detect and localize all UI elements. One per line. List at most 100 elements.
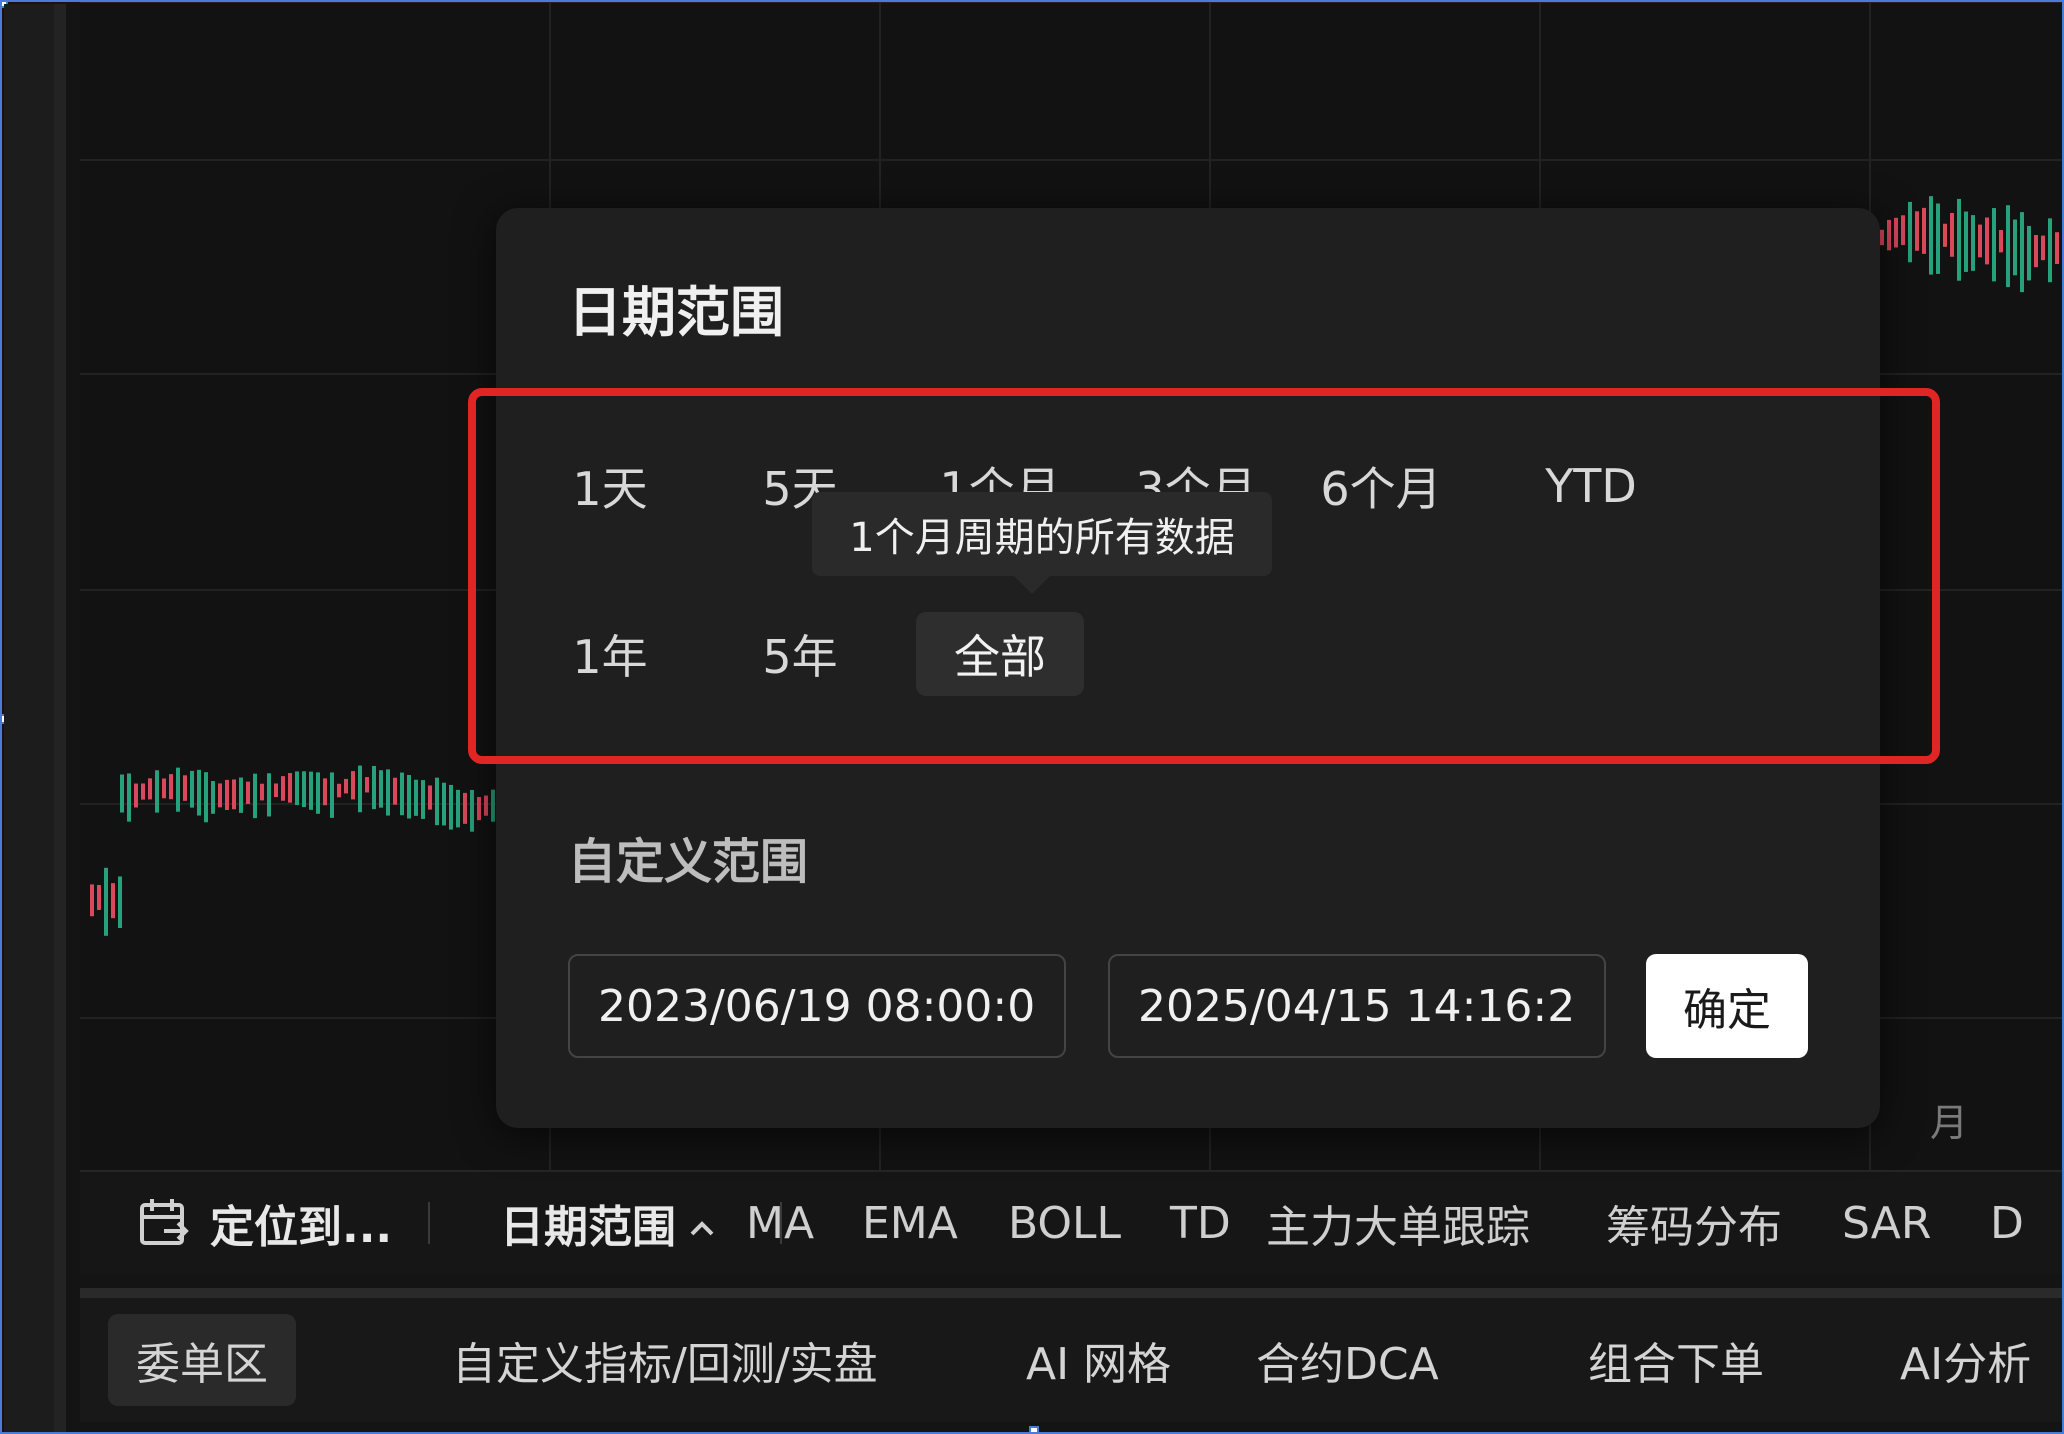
tab-4[interactable]: 合约DCA <box>1228 1314 1467 1406</box>
preset-6[interactable]: YTD <box>1516 444 1666 528</box>
candle <box>295 771 299 806</box>
candle <box>120 774 124 813</box>
candle <box>155 770 159 813</box>
tab-2[interactable]: 自定义指标/回测/实盘 <box>424 1314 906 1406</box>
candle <box>204 772 208 823</box>
candle <box>421 780 425 819</box>
preset-5[interactable]: 6个月 <box>1296 444 1466 528</box>
toolbar-divider <box>428 1202 430 1244</box>
date-range-button[interactable]: 日期范围 <box>500 1194 716 1253</box>
indicator-7[interactable]: SAR <box>1842 1194 1931 1252</box>
candle <box>2048 218 2052 283</box>
candle <box>386 769 390 816</box>
candle <box>351 771 355 800</box>
candle <box>1985 217 1989 265</box>
candle <box>1957 198 1961 281</box>
preset-1[interactable]: 1天 <box>536 444 684 528</box>
candle <box>2027 225 2031 281</box>
candle <box>2020 212 2024 293</box>
candle <box>211 781 215 814</box>
candle <box>435 777 439 826</box>
candle <box>148 778 152 800</box>
tab-1[interactable]: 委单区 <box>108 1314 296 1406</box>
tab-3[interactable]: AI 网格 <box>998 1314 1199 1406</box>
candle <box>1950 212 1954 257</box>
candle <box>127 773 131 822</box>
candle <box>309 771 313 810</box>
candle <box>302 771 306 808</box>
candle <box>484 795 488 816</box>
candle <box>90 884 94 917</box>
candle <box>477 797 481 821</box>
candle <box>197 769 201 816</box>
candle <box>428 785 432 810</box>
candle <box>239 777 243 813</box>
candle <box>176 767 180 812</box>
preset-7[interactable]: 1年 <box>536 612 684 696</box>
candle <box>232 779 236 810</box>
candle <box>274 783 278 798</box>
indicator-6[interactable]: 筹码分布 <box>1606 1194 1782 1253</box>
candle <box>225 779 229 810</box>
candle <box>2055 232 2059 265</box>
indicator-1[interactable]: MA <box>746 1194 814 1252</box>
candle <box>190 770 194 808</box>
indicator-3[interactable]: BOLL <box>1008 1194 1121 1252</box>
confirm-button[interactable]: 确定 <box>1646 954 1808 1058</box>
candle <box>118 876 122 928</box>
candle <box>379 770 383 808</box>
resize-handle-bottom[interactable] <box>1029 1426 1039 1432</box>
candle <box>414 779 418 816</box>
candle <box>407 774 411 819</box>
end-date-input[interactable] <box>1108 954 1606 1058</box>
locate-button[interactable]: 定位到... <box>136 1194 393 1253</box>
candle <box>1964 211 1968 272</box>
candle <box>358 765 362 813</box>
candle <box>2006 205 2010 288</box>
candle <box>316 772 320 814</box>
candle <box>162 778 166 799</box>
tooltip-arrow <box>1014 576 1050 594</box>
candle <box>1894 217 1898 248</box>
candle <box>323 778 327 806</box>
popup-title: 日期范围 <box>568 281 784 344</box>
candle <box>288 773 292 803</box>
candle <box>104 867 108 936</box>
candle <box>1999 229 2003 253</box>
date-axis-tick: 月 <box>1930 1101 1969 1145</box>
candle <box>253 773 257 819</box>
candle <box>470 789 474 832</box>
candle <box>134 783 138 808</box>
candle <box>1901 215 1905 246</box>
app-window: 月 定位到... 日期范围 MA EMA BOLL TD 主力大单跟踪 筹码分布 SAR D … <box>0 0 2064 1434</box>
candle <box>344 778 348 794</box>
candle <box>267 773 271 817</box>
candle <box>365 777 369 793</box>
candle <box>141 783 145 800</box>
indicator-4[interactable]: TD <box>1170 1194 1231 1252</box>
candle <box>2041 235 2045 261</box>
candle <box>111 883 115 919</box>
candle <box>281 776 285 801</box>
tab-5[interactable]: 组合下单 <box>1560 1314 1792 1406</box>
candle <box>1929 196 1933 275</box>
candle <box>1992 208 1996 282</box>
candle <box>260 783 264 801</box>
bottom-tab-bar: 委单区 自定义指标/回测/实盘 AI 网格 合约DCA 组合下单 AI分析 <box>80 1288 2062 1422</box>
preset-9[interactable]: 全部 <box>916 612 1084 696</box>
candle <box>330 772 334 818</box>
chevron-up-icon <box>688 1198 716 1249</box>
custom-range-label: 自定义范围 <box>568 834 809 890</box>
start-date-input[interactable] <box>568 954 1066 1058</box>
indicator-8[interactable]: D <box>1990 1194 2024 1252</box>
indicator-5[interactable]: 主力大单跟踪 <box>1266 1194 1530 1253</box>
candle <box>449 784 453 830</box>
tab-6[interactable]: AI分析 <box>1872 1314 2059 1406</box>
candle <box>1978 224 1982 258</box>
chart-bottom-toolbar: 定位到... 日期范围 MA EMA BOLL TD 主力大单跟踪 筹码分布 SAR D <box>80 1170 2062 1274</box>
indicator-2[interactable]: EMA <box>862 1194 958 1252</box>
preset-8[interactable]: 5年 <box>726 612 874 696</box>
candle <box>1936 203 1940 274</box>
locate-label: 定位到... <box>210 1202 393 1253</box>
candle <box>491 789 495 822</box>
